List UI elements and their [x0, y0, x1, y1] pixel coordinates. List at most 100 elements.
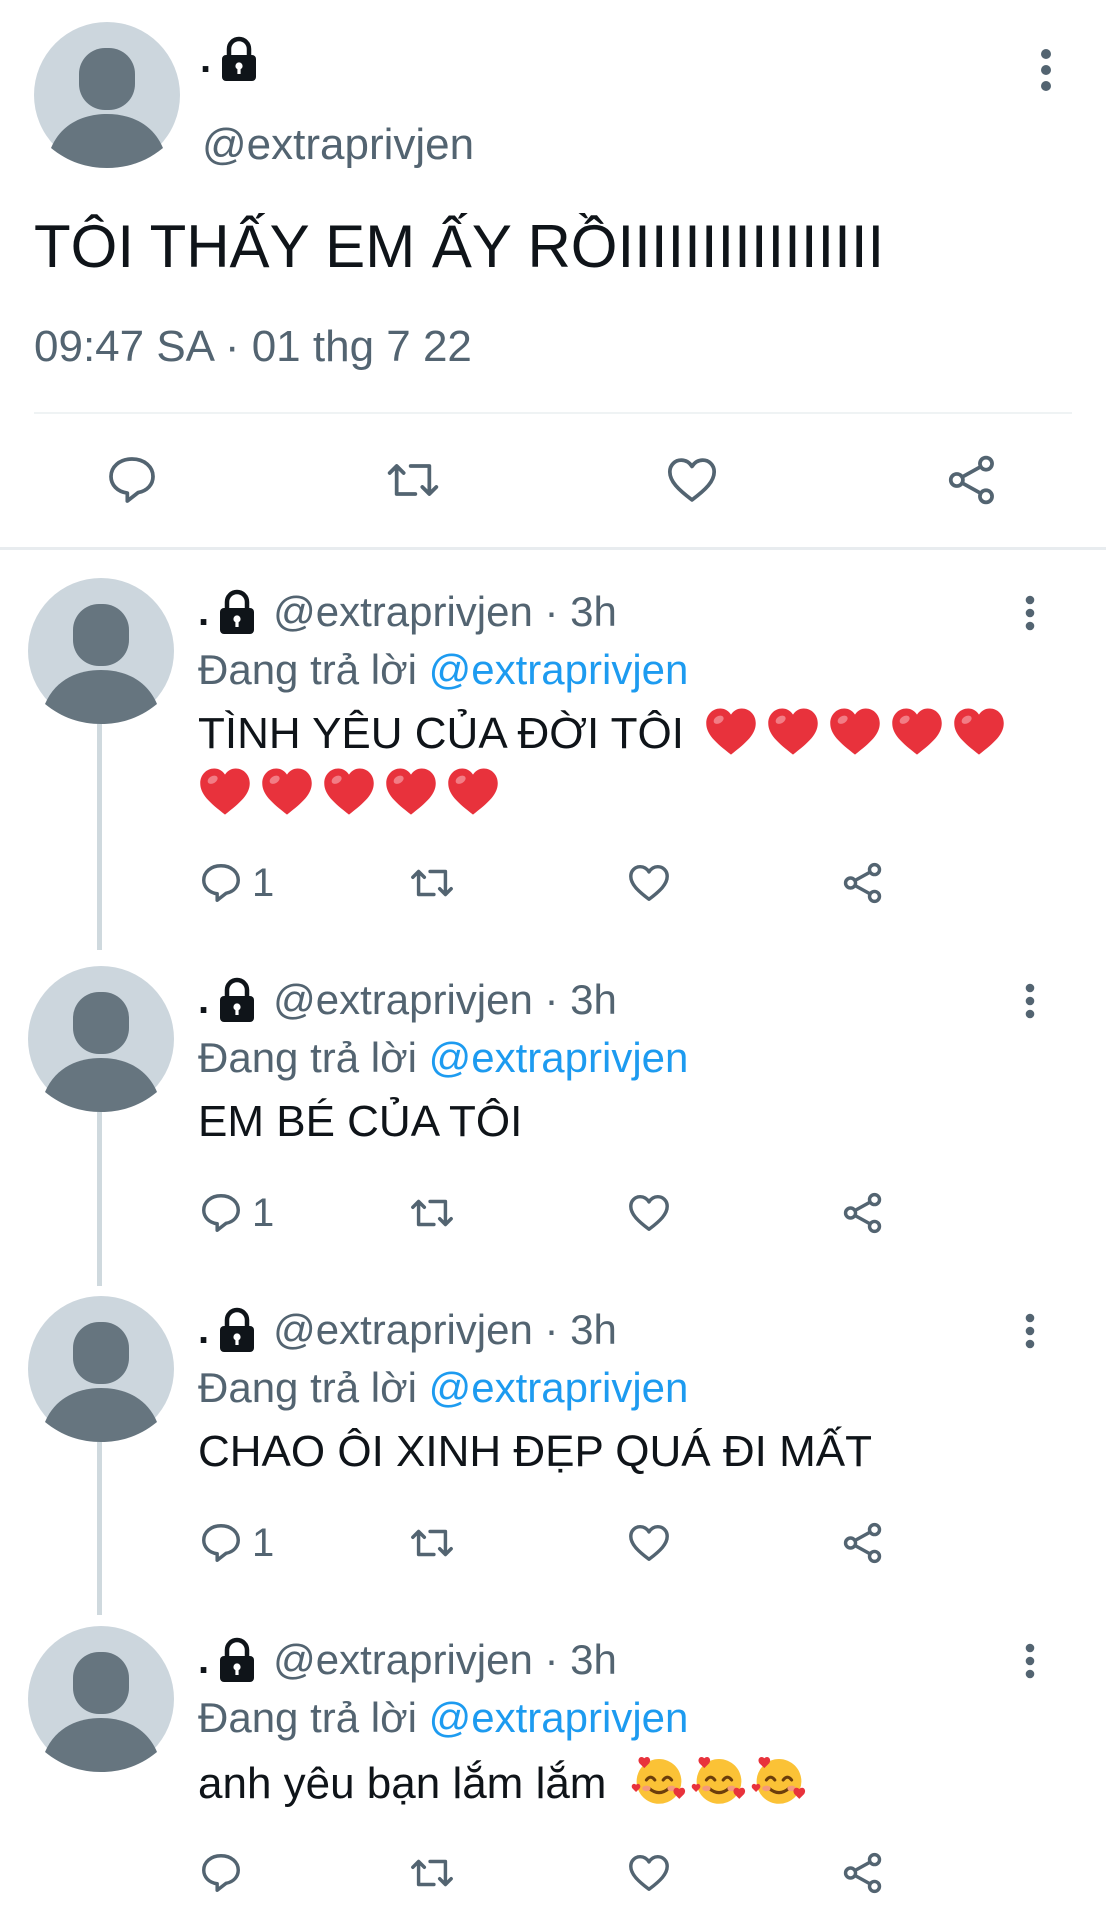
red-heart-icon	[262, 768, 312, 815]
reply-actions: 1	[198, 1520, 918, 1580]
reply-header: . @extraprivjen · 3h	[198, 976, 617, 1024]
share-icon[interactable]	[840, 1520, 886, 1566]
like-icon[interactable]	[626, 1850, 672, 1896]
lock-icon	[217, 977, 257, 1023]
share-icon[interactable]	[840, 860, 886, 906]
handle-and-time[interactable]: @extraprivjen · 3h	[273, 1636, 617, 1684]
reply-count: 1	[252, 860, 275, 905]
like-icon[interactable]	[664, 452, 720, 508]
reply-icon	[198, 1850, 244, 1896]
retweet-icon[interactable]	[408, 860, 456, 906]
display-name[interactable]: .	[198, 592, 209, 632]
mention-link[interactable]: @extraprivjen	[429, 1364, 689, 1411]
avatar[interactable]	[28, 1296, 174, 1442]
retweet-icon[interactable]	[408, 1190, 456, 1236]
reply-header: . @extraprivjen · 3h	[198, 588, 617, 636]
display-name[interactable]: .	[198, 1310, 209, 1350]
reply-actions: 1	[198, 1190, 918, 1250]
reply-text: anh yêu bạn lắm lắm	[198, 1752, 1038, 1814]
red-heart-icon	[706, 708, 756, 755]
avatar[interactable]	[28, 578, 174, 724]
author-handle[interactable]: @extraprivjen	[202, 120, 474, 170]
more-options-icon[interactable]	[1020, 1312, 1040, 1350]
retweet-icon[interactable]	[408, 1850, 456, 1896]
reply-tweet[interactable]: . @extraprivjen · 3h Đang trả lời @extra…	[0, 952, 1106, 1282]
divider	[34, 412, 1072, 414]
smiling-face-with-hearts-icon	[751, 1756, 805, 1804]
heart-emoji-row	[704, 708, 1006, 758]
reply-button[interactable]: 1	[198, 860, 274, 906]
more-options-icon[interactable]	[1020, 982, 1040, 1020]
avatar[interactable]	[28, 966, 174, 1112]
red-heart-icon	[324, 768, 374, 815]
handle-and-time[interactable]: @extraprivjen · 3h	[273, 976, 617, 1024]
reply-icon	[198, 860, 244, 906]
red-heart-icon	[386, 768, 436, 815]
avatar[interactable]	[28, 1626, 174, 1772]
replying-prefix: Đang trả lời	[198, 1364, 417, 1411]
heart-emoji-row	[198, 768, 500, 818]
share-icon[interactable]	[840, 1190, 886, 1236]
reply-header: . @extraprivjen · 3h	[198, 1636, 617, 1684]
reply-header: . @extraprivjen · 3h	[198, 1306, 617, 1354]
reply-text: EM BÉ CỦA TÔI	[198, 1097, 523, 1146]
mention-link[interactable]: @extraprivjen	[429, 646, 689, 693]
reply-text-content: TÌNH YÊU CỦA ĐỜI TÔI	[198, 709, 684, 758]
reply-icon	[198, 1190, 244, 1236]
like-icon[interactable]	[626, 860, 672, 906]
replying-to: Đang trả lời @extraprivjen	[198, 1364, 688, 1412]
author-name-row[interactable]: .	[200, 36, 259, 82]
display-name[interactable]: .	[198, 1640, 209, 1680]
retweet-icon[interactable]	[408, 1520, 456, 1566]
smiling-face-with-hearts-icon	[631, 1756, 685, 1804]
smiling-face-with-hearts-icon	[691, 1756, 745, 1804]
reply-button[interactable]: 1	[198, 1520, 274, 1566]
replying-prefix: Đang trả lời	[198, 1694, 417, 1741]
red-heart-icon	[954, 708, 1004, 755]
reply-actions	[198, 1850, 918, 1910]
replying-to: Đang trả lời @extraprivjen	[198, 1694, 688, 1742]
handle-and-time[interactable]: @extraprivjen · 3h	[273, 1306, 617, 1354]
reply-button[interactable]	[198, 1850, 252, 1896]
replying-to: Đang trả lời @extraprivjen	[198, 1034, 688, 1082]
reply-icon	[198, 1520, 244, 1566]
red-heart-icon	[768, 708, 818, 755]
reply-tweet[interactable]: . @extraprivjen · 3h Đang trả lời @extra…	[0, 564, 1106, 952]
divider	[0, 547, 1106, 550]
main-tweet: . @extraprivjen TÔI THẤY EM ẤY RỒIIIIIII…	[0, 0, 1106, 550]
mention-link[interactable]: @extraprivjen	[429, 1694, 689, 1741]
reply-count: 1	[252, 1520, 275, 1565]
red-heart-icon	[448, 768, 498, 815]
more-options-icon[interactable]	[1034, 47, 1058, 93]
more-options-icon[interactable]	[1020, 594, 1040, 632]
retweet-icon[interactable]	[384, 452, 442, 508]
reply-text: CHAO ÔI XINH ĐẸP QUÁ ĐI MẤT	[198, 1427, 872, 1476]
lock-icon	[219, 36, 259, 82]
replying-prefix: Đang trả lời	[198, 1034, 417, 1081]
more-options-icon[interactable]	[1020, 1642, 1040, 1680]
display-name[interactable]: .	[198, 980, 209, 1020]
avatar[interactable]	[34, 22, 180, 168]
reply-icon[interactable]	[104, 452, 160, 508]
reply-actions: 1	[198, 860, 918, 920]
share-icon[interactable]	[840, 1850, 886, 1896]
lock-icon	[217, 1637, 257, 1683]
replying-prefix: Đang trả lời	[198, 646, 417, 693]
tweet-timestamp[interactable]: 09:47 SA · 01 thg 7 22	[34, 322, 472, 372]
red-heart-icon	[200, 768, 250, 815]
reply-text: TÌNH YÊU CỦA ĐỜI TÔI	[198, 704, 1038, 824]
reply-button[interactable]: 1	[198, 1190, 274, 1236]
mention-link[interactable]: @extraprivjen	[429, 1034, 689, 1081]
handle-and-time[interactable]: @extraprivjen · 3h	[273, 588, 617, 636]
share-icon[interactable]	[944, 452, 1000, 508]
replying-to: Đang trả lời @extraprivjen	[198, 646, 688, 694]
smiling-face-with-hearts-row	[627, 1756, 807, 1808]
reply-tweet[interactable]: . @extraprivjen · 3h Đang trả lời @extra…	[0, 1282, 1106, 1612]
like-icon[interactable]	[626, 1190, 672, 1236]
reply-count: 1	[252, 1190, 275, 1235]
lock-icon	[217, 589, 257, 635]
display-name[interactable]: .	[200, 39, 211, 79]
reply-tweet[interactable]: . @extraprivjen · 3h Đang trả lời @extra…	[0, 1612, 1106, 1920]
tweet-text: TÔI THẤY EM ẤY RỒIIIIIIIIIIIIIIII	[34, 213, 885, 280]
like-icon[interactable]	[626, 1520, 672, 1566]
